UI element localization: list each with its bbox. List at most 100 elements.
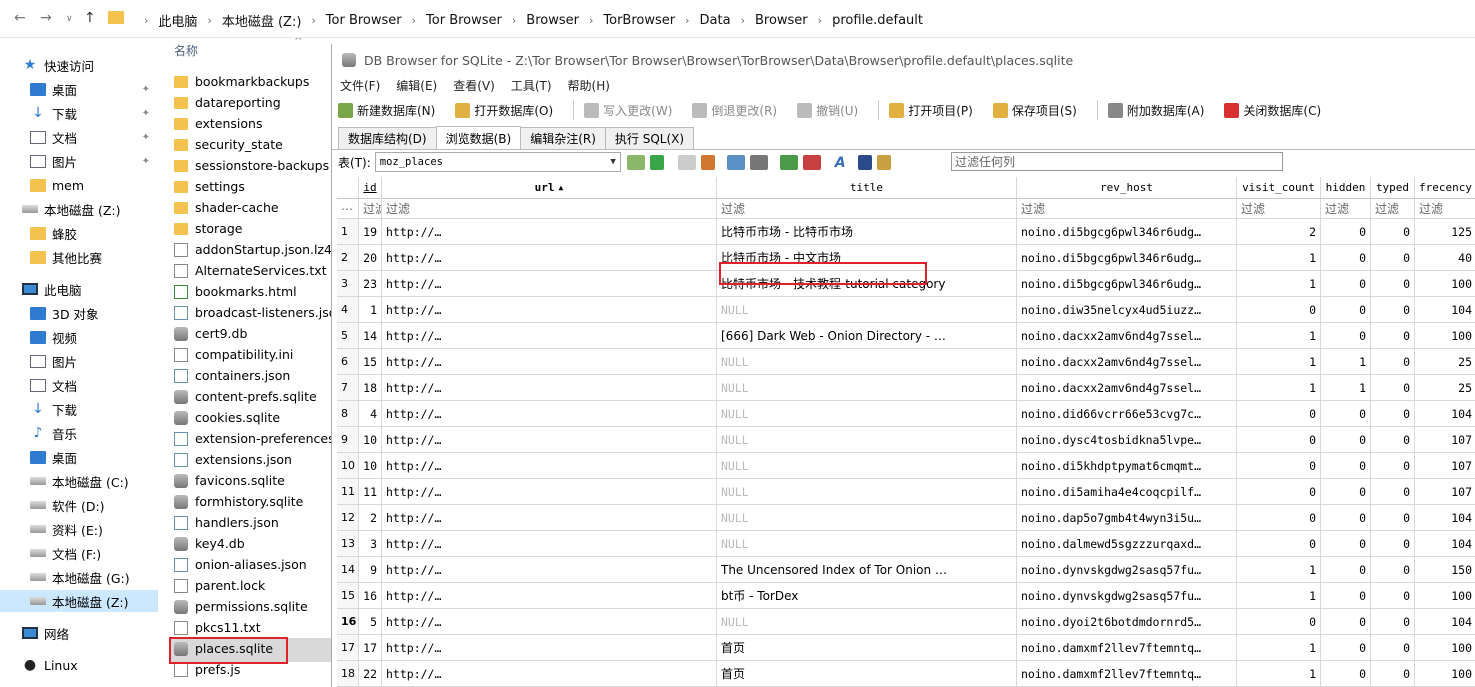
- column-filter-input[interactable]: 过滤: [1321, 199, 1371, 219]
- menu-item[interactable]: 编辑(E): [396, 77, 437, 94]
- nav-item[interactable]: 3D 对象: [0, 302, 158, 324]
- file-item[interactable]: datareporting: [174, 92, 335, 113]
- table-select[interactable]: moz_places ▼: [374, 152, 621, 172]
- table-cell[interactable]: 0: [1371, 635, 1415, 661]
- table-cell[interactable]: 首页: [717, 661, 1017, 687]
- table-cell[interactable]: 1: [1237, 245, 1321, 271]
- column-header[interactable]: typed: [1371, 177, 1415, 199]
- table-cell[interactable]: 1: [1237, 271, 1321, 297]
- nav-item[interactable]: 软件 (D:): [0, 494, 158, 516]
- column-filter-input[interactable]: 过滤: [1237, 199, 1321, 219]
- chevron-right-icon[interactable]: ›: [741, 14, 745, 27]
- toolbar-button[interactable]: 打开项目(P): [889, 102, 973, 119]
- table-cell[interactable]: noino.dynvskgdwg2sasq57fu…: [1017, 557, 1237, 583]
- table-cell[interactable]: 104: [1415, 609, 1475, 635]
- global-filter-input[interactable]: 过滤任何列: [951, 152, 1283, 171]
- table-cell[interactable]: bt币 - TorDex: [717, 583, 1017, 609]
- table-cell[interactable]: NULL: [717, 427, 1017, 453]
- nav-item[interactable]: 本地磁盘 (Z:): [0, 198, 158, 220]
- column-filter-input[interactable]: 过滤: [1415, 199, 1475, 219]
- table-cell[interactable]: 0: [1321, 609, 1371, 635]
- table-cell[interactable]: noino.dap5o7gmb4t4wyn3i5u…: [1017, 505, 1237, 531]
- column-header[interactable]: frecency: [1415, 177, 1475, 199]
- table-cell[interactable]: 0: [1371, 245, 1415, 271]
- nav-item[interactable]: 文档: [0, 374, 158, 396]
- toolbar-button[interactable]: 新建数据库(N): [338, 102, 435, 119]
- table-cell[interactable]: 0: [1237, 453, 1321, 479]
- table-cell[interactable]: 23: [359, 271, 382, 297]
- breadcrumb-item[interactable]: Tor Browser: [426, 13, 502, 28]
- nav-item[interactable]: 本地磁盘 (C:): [0, 470, 158, 492]
- file-item[interactable]: storage: [174, 218, 335, 239]
- file-item[interactable]: formhistory.sqlite: [174, 491, 335, 512]
- breadcrumb-item[interactable]: TorBrowser: [603, 13, 675, 28]
- toolbar-button[interactable]: 倒退更改(R): [692, 102, 777, 119]
- table-cell[interactable]: 首页: [717, 635, 1017, 661]
- column-filter-input[interactable]: 过滤: [1371, 199, 1415, 219]
- find-icon[interactable]: [857, 154, 872, 170]
- table-cell[interactable]: noino.di5amiha4e4coqcpilf…: [1017, 479, 1237, 505]
- chevron-right-icon[interactable]: ›: [311, 14, 315, 27]
- table-cell[interactable]: 1: [1237, 375, 1321, 401]
- file-item[interactable]: settings: [174, 176, 335, 197]
- file-item[interactable]: compatibility.ini: [174, 344, 335, 365]
- table-cell[interactable]: 150: [1415, 557, 1475, 583]
- file-item[interactable]: extension-preferences.json: [174, 428, 335, 449]
- table-cell[interactable]: 3: [359, 531, 382, 557]
- table-cell[interactable]: 0: [1371, 557, 1415, 583]
- table-cell[interactable]: noino.dacxx2amv6nd4g7ssel…: [1017, 349, 1237, 375]
- table-cell[interactable]: 1: [1237, 661, 1321, 687]
- table-cell[interactable]: http://…: [382, 323, 717, 349]
- table-row[interactable]: 17 17 http://… 首页 noino.damxmf2llev7ftemntq……: [337, 635, 1475, 661]
- table-cell[interactable]: 0: [1321, 479, 1371, 505]
- table-cell[interactable]: 0: [1321, 453, 1371, 479]
- table-cell[interactable]: noino.damxmf2llev7ftemntq…: [1017, 661, 1237, 687]
- toolbar-button[interactable]: 写入更改(W): [584, 102, 672, 119]
- nav-item[interactable]: ↓ 下载 ✦: [0, 102, 158, 124]
- table-row[interactable]: 12 2 http://… NULL noino.dap5o7gmb4t4wyn3i5u…: [337, 505, 1475, 531]
- pin-icon[interactable]: ✦: [142, 108, 150, 119]
- table-cell[interactable]: 0: [1237, 479, 1321, 505]
- delete-record-icon[interactable]: [802, 154, 821, 170]
- file-item[interactable]: cookies.sqlite: [174, 407, 335, 428]
- table-cell[interactable]: 25: [1415, 349, 1475, 375]
- table-cell[interactable]: noino.di5khdptpymat6cmqmt…: [1017, 453, 1237, 479]
- table-cell[interactable]: 0: [1237, 609, 1321, 635]
- clear-filters-icon[interactable]: [677, 154, 696, 170]
- table-cell[interactable]: http://…: [382, 349, 717, 375]
- table-cell[interactable]: NULL: [717, 479, 1017, 505]
- file-item[interactable]: broadcast-listeners.json: [174, 302, 335, 323]
- column-filter-input[interactable]: 过滤: [717, 199, 1017, 219]
- breadcrumb-item[interactable]: 本地磁盘 (Z:): [222, 11, 302, 30]
- table-row[interactable]: 5 14 http://… [666] Dark Web - Onion Direct…: [337, 323, 1475, 349]
- table-cell[interactable]: 19: [359, 219, 382, 245]
- table-cell[interactable]: 100: [1415, 635, 1475, 661]
- nav-item[interactable]: 蜂胶: [0, 222, 158, 244]
- table-cell[interactable]: http://…: [382, 453, 717, 479]
- table-cell[interactable]: 100: [1415, 323, 1475, 349]
- save-results-icon[interactable]: [726, 154, 745, 170]
- table-cell[interactable]: NULL: [717, 609, 1017, 635]
- table-cell[interactable]: http://…: [382, 219, 717, 245]
- pin-icon[interactable]: ✦: [142, 84, 150, 95]
- table-cell[interactable]: NULL: [717, 505, 1017, 531]
- file-item[interactable]: extensions: [174, 113, 335, 134]
- chevron-right-icon[interactable]: ›: [207, 14, 211, 27]
- chevron-right-icon[interactable]: ›: [412, 14, 416, 27]
- file-item[interactable]: onion-aliases.json: [174, 554, 335, 575]
- table-cell[interactable]: 0: [1371, 401, 1415, 427]
- table-cell[interactable]: 107: [1415, 453, 1475, 479]
- table-cell[interactable]: 10: [359, 427, 382, 453]
- name-column-header[interactable]: 名称: [174, 42, 198, 59]
- column-filter-input[interactable]: 过滤: [382, 199, 717, 219]
- table-cell[interactable]: noino.dyoi2t6botdmdornrd5…: [1017, 609, 1237, 635]
- table-row[interactable]: 8 4 http://… NULL noino.did66vcrr66e53cvg7c……: [337, 401, 1475, 427]
- menu-item[interactable]: 帮助(H): [568, 77, 610, 94]
- table-cell[interactable]: 17: [359, 635, 382, 661]
- tab[interactable]: 浏览数据(B): [435, 126, 522, 149]
- breadcrumb-item[interactable]: profile.default: [832, 13, 923, 28]
- table-cell[interactable]: NULL: [717, 531, 1017, 557]
- table-cell[interactable]: http://…: [382, 635, 717, 661]
- menu-item[interactable]: 工具(T): [511, 77, 552, 94]
- breadcrumb-item[interactable]: 此电脑: [158, 11, 197, 30]
